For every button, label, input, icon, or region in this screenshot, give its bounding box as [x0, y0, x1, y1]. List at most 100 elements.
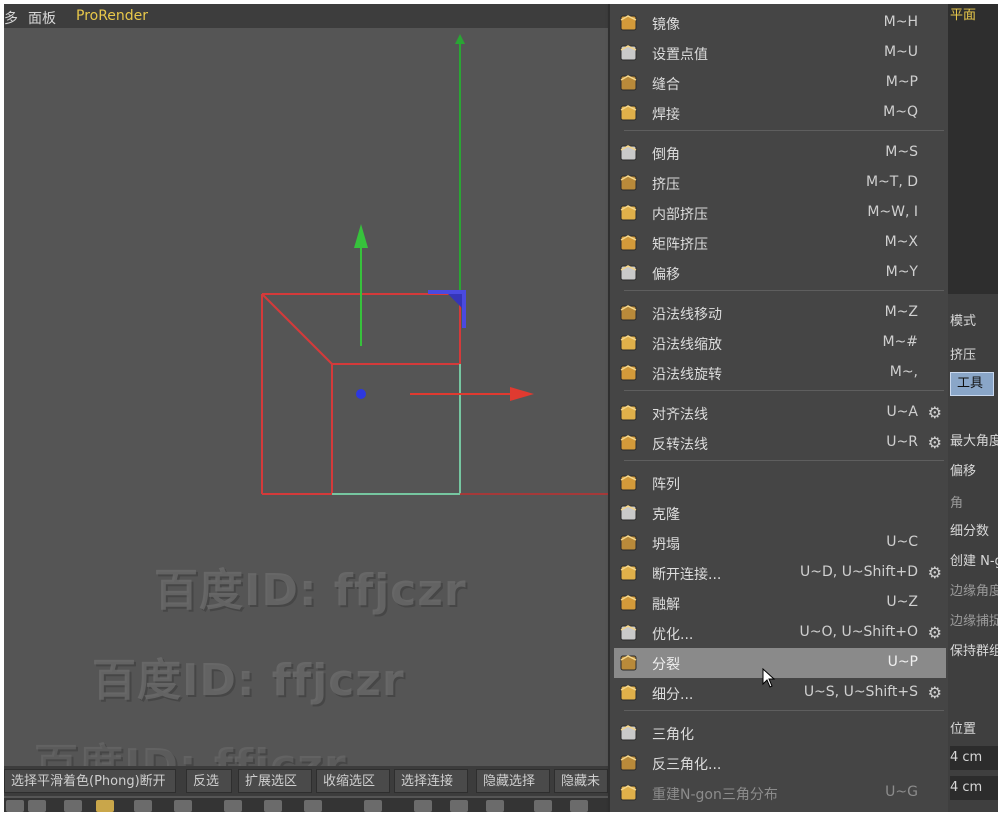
tool-icon[interactable] [28, 800, 46, 812]
menu-item-label: 沿法线移动 [652, 307, 722, 323]
matrix-extrude-icon [618, 233, 640, 253]
menu-item-shortcut: U~D, U~Shift+D [800, 564, 918, 580]
menu-item-label: 克隆 [652, 507, 680, 523]
tool-icon-strip [4, 798, 608, 812]
menu-item-shortcut: U~R [886, 434, 918, 450]
menu-item-weld[interactable]: 焊接 M~Q [614, 98, 946, 128]
grow-selection-button[interactable]: 扩展选区 [238, 769, 312, 793]
menu-item-extrude[interactable]: 挤压 M~T, D [614, 168, 946, 198]
tool-icon[interactable] [96, 800, 114, 812]
select-connected-button[interactable]: 选择连接 [394, 769, 468, 793]
tool-icon[interactable] [534, 800, 552, 812]
menu-item-bevel[interactable]: 倒角 M~S [614, 138, 946, 168]
menu-item-align-normals[interactable]: 对齐法线 U~A ⚙ [614, 398, 946, 428]
menu-item-collapse[interactable]: 坍塌 U~C [614, 528, 946, 558]
shrink-selection-button[interactable]: 收缩选区 [316, 769, 390, 793]
menu-item-offset[interactable]: 偏移 M~Y [614, 258, 946, 288]
tool-icon[interactable] [134, 800, 152, 812]
gear-icon[interactable]: ⚙ [928, 403, 942, 422]
position-value-field[interactable]: 4 cm [950, 746, 998, 770]
menu-item-matrix-extrude[interactable]: 矩阵挤压 M~X [614, 228, 946, 258]
tool-icon[interactable] [224, 800, 242, 812]
menu-item-label: 坍塌 [652, 537, 680, 553]
edge-snap-label: 边缘捕捉 [950, 614, 998, 629]
menu-item-normal-rotate[interactable]: 沿法线旋转 M~, [614, 358, 946, 388]
menu-item-mirror[interactable]: 镜像 M~H [614, 8, 946, 38]
app-window: 多 面板 ProRender 百度ID: ffjczr 百度ID: ffjczr… [4, 4, 998, 812]
menu-item-stitch[interactable]: 缝合 M~P [614, 68, 946, 98]
menu-item-normal-scale[interactable]: 沿法线缩放 M~# [614, 328, 946, 358]
tool-icon[interactable] [6, 800, 24, 812]
watermark: 百度ID: ffjczr [92, 655, 405, 706]
menu-item-shortcut: M~W, I [867, 204, 918, 220]
menu-item-label: 优化... [652, 627, 694, 643]
weld-icon [618, 103, 640, 123]
menu-item-label: 缝合 [652, 77, 680, 93]
gear-icon[interactable]: ⚙ [928, 563, 942, 582]
menu-item-triangulate[interactable]: 三角化 [614, 718, 946, 748]
menu-separator [624, 290, 944, 291]
menu-item-clone[interactable]: 克隆 [614, 498, 946, 528]
gizmo-x-arrow [510, 387, 534, 401]
menu-separator [624, 710, 944, 711]
menu-item-array[interactable]: 阵列 [614, 468, 946, 498]
menu-item-shortcut: U~O, U~Shift+O [799, 624, 918, 640]
gear-icon[interactable]: ⚙ [928, 623, 942, 642]
tool-icon[interactable] [450, 800, 468, 812]
gizmo-center [356, 389, 366, 399]
array-icon [618, 473, 640, 493]
keep-groups-label[interactable]: 保持群组 [950, 640, 998, 659]
menu-item-extrude-inner[interactable]: 内部挤压 M~W, I [614, 198, 946, 228]
tool-icon[interactable] [264, 800, 282, 812]
tool-icon[interactable] [304, 800, 322, 812]
menu-item-set-point-value[interactable]: 设置点值 M~U [614, 38, 946, 68]
menu-item-label: 对齐法线 [652, 407, 708, 423]
menu-item-label: 重建N-gon三角分布 [652, 787, 778, 803]
menu-item-melt[interactable]: 融解 U~Z [614, 588, 946, 618]
mode-tab[interactable]: 模式 [950, 310, 976, 329]
extrude-title: 挤压 [950, 348, 977, 363]
tool-icon[interactable] [570, 800, 588, 812]
tool-icon[interactable] [364, 800, 382, 812]
gizmo-y-arrow [354, 224, 368, 248]
menu-item-subdivide[interactable]: 细分... U~S, U~Shift+S ⚙ [614, 678, 946, 708]
cube-diagonal-edge [261, 293, 333, 365]
position-value-field[interactable]: 4 cm [950, 776, 998, 800]
world-y-axis-tip [455, 34, 465, 44]
menu-item-optimize[interactable]: 优化... U~O, U~Shift+O ⚙ [614, 618, 946, 648]
gear-icon[interactable]: ⚙ [928, 433, 942, 452]
create-ngon-label[interactable]: 创建 N-g [950, 550, 998, 569]
reverse-normals-icon [618, 433, 640, 453]
hide-unselected-button[interactable]: 隐藏未 [554, 769, 608, 793]
select-phong-break-button[interactable]: 选择平滑着色(Phong)断开 [4, 769, 176, 793]
attributes-panel: 平面 模式 挤压 工具 最大角度 偏移 角 细分数 创建 N-g 边缘角度 边缘… [948, 4, 998, 812]
invert-selection-button[interactable]: 反选 [186, 769, 232, 793]
extrude-icon [618, 173, 640, 193]
menu-item-shortcut: M~# [882, 334, 918, 350]
collapse-icon [618, 533, 640, 553]
menu-item-label: 分裂 [652, 657, 680, 673]
menu-item-untriangulate[interactable]: 反三角化... [614, 748, 946, 778]
menu-item-label: 融解 [652, 597, 680, 613]
align-normals-icon [618, 403, 640, 423]
menu-item-shortcut: M~U [883, 44, 918, 60]
tool-icon[interactable] [64, 800, 82, 812]
viewport[interactable]: 多 面板 ProRender 百度ID: ffjczr 百度ID: ffjczr… [4, 4, 608, 812]
tool-icon[interactable] [414, 800, 432, 812]
tool-icon[interactable] [486, 800, 504, 812]
menu-item-normal-move[interactable]: 沿法线移动 M~Z [614, 298, 946, 328]
gear-icon[interactable]: ⚙ [928, 683, 942, 702]
optimize-icon [618, 623, 640, 643]
top-label: 平面 [950, 8, 977, 23]
split-icon [618, 653, 640, 673]
hide-selected-button[interactable]: 隐藏选择 [476, 769, 550, 793]
tool-tab[interactable]: 工具 [950, 372, 994, 396]
menu-item-label: 偏移 [652, 267, 680, 283]
menu-item-disconnect[interactable]: 断开连接... U~D, U~Shift+D ⚙ [614, 558, 946, 588]
menu-item-split[interactable]: 分裂 U~P [614, 648, 946, 678]
normal-move-icon [618, 303, 640, 323]
tool-icon[interactable] [174, 800, 192, 812]
menu-item-label: 矩阵挤压 [652, 237, 708, 253]
menu-item-label: 焊接 [652, 107, 680, 123]
menu-item-reverse-normals[interactable]: 反转法线 U~R ⚙ [614, 428, 946, 458]
